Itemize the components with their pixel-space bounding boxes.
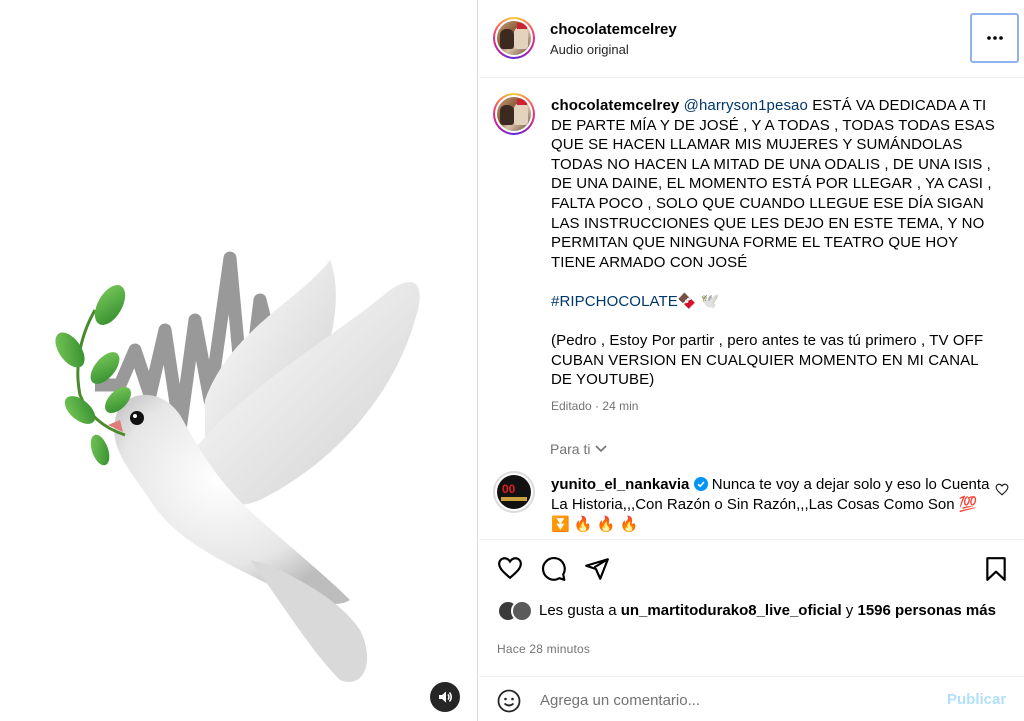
svg-text:00: 00	[502, 482, 516, 496]
bookmark-icon	[986, 557, 1006, 581]
comments-section[interactable]: chocolatemcelrey @harryson1pesao ESTÁ VA…	[479, 79, 1024, 539]
liker-username[interactable]: un_martitodurako8_live_oficial	[621, 602, 842, 619]
caption-meta: Editado · 24 min	[551, 399, 638, 413]
post-details-panel: chocolatemcelrey Audio original chocolat…	[479, 0, 1024, 721]
caption-hashtag-emoji: 🍫 🕊️	[677, 292, 720, 310]
share-icon	[585, 558, 609, 580]
heart-icon	[498, 557, 522, 580]
like-button[interactable]	[497, 556, 523, 585]
publish-button[interactable]: Publicar	[947, 691, 1006, 708]
instagram-post-modal: chocolatemcelrey Audio original chocolat…	[0, 0, 1024, 721]
comment-item: yunito_el_nankavia Nunca te voy a dejar …	[551, 475, 991, 535]
chevron-down-icon	[595, 445, 608, 453]
verified-icon	[693, 477, 708, 491]
emoji-icon	[497, 689, 521, 713]
speaker-icon	[439, 691, 452, 703]
save-button[interactable]	[985, 556, 1007, 587]
share-button[interactable]	[584, 556, 610, 587]
emoji-button[interactable]	[497, 689, 521, 718]
likes-summary[interactable]: Les gusta a un_martitodurako8_live_ofici…	[497, 600, 1007, 622]
add-comment-bar: Publicar	[479, 676, 1024, 721]
commenter-username[interactable]: yunito_el_nankavia	[551, 476, 689, 493]
dove-image	[55, 251, 420, 682]
caption-hashtag[interactable]: #RIPCHOCOLATE	[551, 293, 678, 310]
post-timestamp[interactable]: Hace 28 minutos	[497, 642, 590, 656]
caption-avatar[interactable]	[493, 93, 535, 135]
likers-avatars	[497, 600, 535, 622]
more-icon	[986, 36, 1003, 40]
more-options-button[interactable]	[970, 13, 1019, 63]
caption-mention[interactable]: @harryson1pesao	[684, 97, 808, 114]
comment-input[interactable]	[540, 689, 920, 711]
author-avatar[interactable]	[493, 17, 535, 59]
likes-middle: y	[841, 602, 858, 619]
comment-like-button[interactable]	[995, 483, 1009, 501]
caption-text: ESTÁ VA DEDICADA A TI DE PARTE MÍA Y DE …	[551, 97, 995, 271]
meta-separator: ·	[595, 399, 600, 413]
post-actions: Les gusta a un_martitodurako8_live_ofici…	[479, 539, 1024, 721]
edited-time: 24 min	[602, 399, 639, 413]
author-username[interactable]: chocolatemcelrey	[550, 21, 677, 38]
audio-label[interactable]: Audio original	[550, 42, 629, 57]
mute-audio-button[interactable]	[430, 682, 460, 712]
caption-text-2: (Pedro , Estoy Por partir , pero antes t…	[551, 332, 984, 389]
heart-icon	[995, 483, 1009, 496]
comment-button[interactable]	[541, 556, 567, 587]
comment-icon	[542, 557, 566, 581]
likes-prefix: Les gusta a	[539, 602, 621, 619]
sort-label: Para ti	[550, 441, 591, 457]
comment-sort-dropdown[interactable]: Para ti	[550, 441, 608, 457]
likes-count[interactable]: 1596 personas más	[857, 602, 995, 619]
edited-label: Editado	[551, 399, 592, 413]
post-header: chocolatemcelrey Audio original	[479, 0, 1024, 78]
commenter-avatar[interactable]: 00	[493, 471, 535, 513]
post-media[interactable]	[0, 0, 478, 721]
caption-username[interactable]: chocolatemcelrey	[551, 97, 679, 114]
post-caption: chocolatemcelrey @harryson1pesao ESTÁ VA…	[551, 96, 1001, 390]
